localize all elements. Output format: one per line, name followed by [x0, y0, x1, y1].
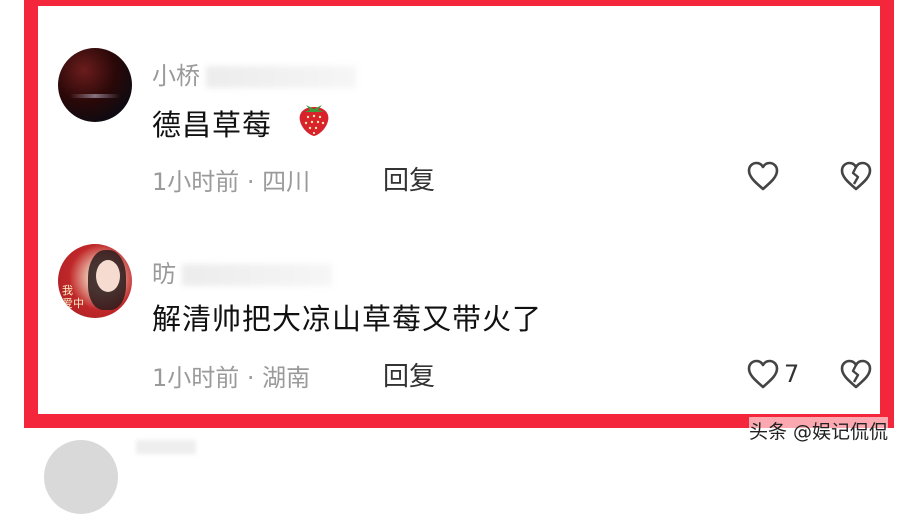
- comment-meta: 1小时前 · 湖南: [152, 364, 311, 392]
- reply-button[interactable]: 回复: [383, 356, 435, 393]
- like-button[interactable]: 7: [746, 356, 799, 392]
- username-blur: [182, 264, 332, 286]
- comment-username[interactable]: 小桥: [152, 56, 356, 91]
- broken-heart-icon[interactable]: [838, 356, 874, 392]
- like-count: 7: [784, 360, 800, 388]
- next-comment-avatar: [44, 440, 118, 514]
- comment-text: 解清帅把大凉山草莓又带火了: [152, 302, 543, 336]
- strawberry-icon: [299, 105, 329, 136]
- comment-text: 德昌草莓: [152, 102, 329, 144]
- watermark: 头条 @娱记侃侃: [748, 417, 888, 444]
- highlight-frame: 小桥 德昌草莓 1小时前 · 四川 回复 我 爱中 昉 解清帅把大凉山草莓又带火…: [24, 0, 894, 428]
- comment-username[interactable]: 昉: [152, 254, 332, 289]
- username-text[interactable]: 昉: [152, 260, 176, 288]
- reply-button[interactable]: 回复: [383, 160, 435, 197]
- heart-outline-icon: [747, 161, 779, 191]
- like-button[interactable]: [746, 158, 784, 194]
- avatar-face: [96, 260, 120, 292]
- heart-outline-icon: [747, 359, 779, 389]
- username-blur: [206, 66, 356, 88]
- avatar[interactable]: 我 爱中: [58, 244, 132, 318]
- comment-meta: 1小时前 · 四川: [152, 168, 311, 196]
- comment-text-content: 德昌草莓: [152, 108, 273, 142]
- avatar-text: 我 爱中: [62, 284, 84, 310]
- username-text[interactable]: 小桥: [152, 62, 200, 90]
- avatar[interactable]: [58, 48, 132, 122]
- broken-heart-icon[interactable]: [838, 158, 874, 194]
